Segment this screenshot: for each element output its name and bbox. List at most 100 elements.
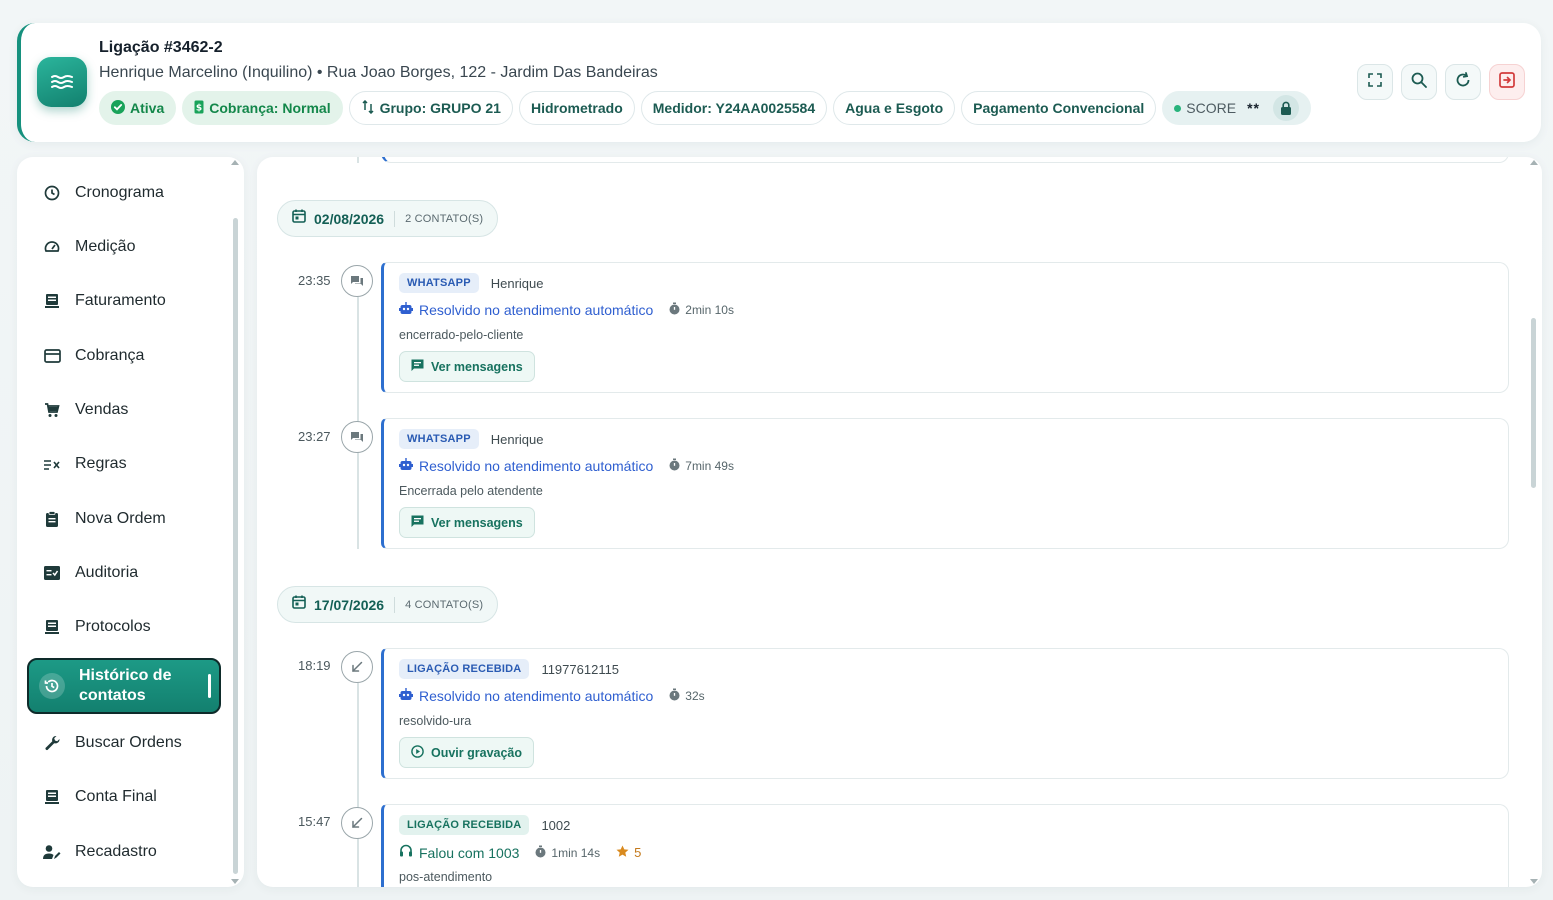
sidebar-scroll-down[interactable] — [231, 879, 239, 884]
calendar-icon — [292, 209, 306, 228]
channel-badge: LIGAÇÃO RECEBIDA — [399, 659, 530, 679]
sidebar-item-buscar-ordens[interactable]: Buscar Ordens — [29, 723, 219, 763]
dollar-bill-icon: $ — [194, 100, 204, 117]
expand-button[interactable] — [1357, 64, 1393, 100]
rules-icon — [43, 455, 61, 473]
sidebar-item-historico-de-contatos[interactable]: Histórico de contatos — [27, 658, 221, 714]
cart-icon — [43, 401, 61, 419]
service-badge: Agua e Esgoto — [833, 91, 956, 125]
date-group-header: 17/07/2026 4 CONTATO(S) — [277, 586, 499, 623]
contact-time: 15:47 — [298, 814, 331, 829]
status-badge: Ativa — [99, 91, 177, 125]
timer-icon — [669, 458, 680, 474]
channel-badge: WHATSAPP — [399, 429, 479, 449]
user-edit-icon — [43, 843, 61, 861]
contact-card: LIGAÇÃO RECEBIDA 1002 Falou com 1003 1mi… — [381, 804, 1509, 887]
gauge-icon — [43, 238, 61, 256]
contact-card: LIGAÇÃO RECEBIDA 11977612115 Resolvido n… — [381, 648, 1509, 779]
view-messages-button[interactable]: Ver mensagens — [399, 507, 535, 538]
contact-name: Henrique — [490, 275, 544, 291]
payment-badge: Pagamento Convencional — [961, 91, 1157, 125]
resolution-text: Resolvido no atendimento automático — [419, 302, 654, 318]
main-scroll-down[interactable] — [1530, 879, 1538, 884]
message-icon — [411, 515, 424, 531]
sidebar-scrollbar[interactable] — [233, 218, 238, 874]
contact-note: encerrado-pelo-cliente — [399, 328, 524, 342]
robot-icon — [399, 688, 413, 704]
contact-note: pos-atendimento — [399, 870, 493, 884]
timer-icon — [535, 845, 546, 861]
duration: 7min 49s — [669, 458, 734, 474]
group-badge: Grupo: GRUPO 21 — [348, 91, 513, 125]
expand-icon — [1368, 72, 1382, 92]
score-badge[interactable]: SCORE ** — [1162, 91, 1311, 125]
timer-icon — [669, 688, 680, 704]
star-icon — [616, 845, 629, 861]
duration: 2min 10s — [669, 302, 734, 318]
sidebar-item-recadastro[interactable]: Recadastro — [29, 832, 219, 872]
contact-count: 4 CONTATO(S) — [405, 598, 484, 611]
sidebar-item-regras[interactable]: Regras — [29, 444, 219, 484]
sidebar-item-nova-ordem[interactable]: Nova Ordem — [29, 499, 219, 539]
robot-icon — [399, 302, 413, 318]
sidebar-item-cronograma[interactable]: Cronograma — [29, 173, 219, 213]
sidebar: Cronograma Medição Faturamento Cobrança … — [17, 157, 244, 887]
search-icon — [1411, 72, 1427, 93]
main-scroll-up[interactable] — [1530, 160, 1538, 165]
resolution-text: Falou com 1003 — [419, 844, 520, 861]
receipt-icon — [43, 292, 61, 310]
status-badges: Ativa $ Cobrança: Normal Grupo: GRUPO 21… — [99, 91, 1311, 125]
sidebar-scroll-up[interactable] — [231, 160, 239, 165]
score-value: ** — [1247, 100, 1260, 116]
resolution-text: Resolvido no atendimento automático — [419, 688, 654, 704]
caller-number: 11977612115 — [541, 661, 620, 677]
contact-count: 2 CONTATO(S) — [405, 212, 484, 225]
active-indicator — [208, 674, 211, 698]
sidebar-item-cobranca[interactable]: Cobrança — [29, 336, 219, 376]
view-messages-button[interactable]: Ver mensagens — [399, 351, 535, 382]
channel-badge: LIGAÇÃO RECEBIDA — [399, 815, 530, 835]
duration: 32s — [669, 688, 705, 704]
sidebar-item-auditoria[interactable]: Auditoria — [29, 553, 219, 593]
svg-text:$: $ — [196, 103, 202, 113]
search-button[interactable] — [1401, 64, 1437, 100]
logout-icon — [1499, 71, 1515, 93]
timer-icon — [669, 302, 680, 318]
credit-card-icon — [43, 347, 61, 365]
sidebar-item-faturamento[interactable]: Faturamento — [29, 281, 219, 321]
calendar-icon — [292, 595, 306, 614]
sidebar-item-medicao[interactable]: Medição — [29, 227, 219, 267]
clock-icon — [43, 184, 61, 202]
billing-status-badge: $ Cobrança: Normal — [182, 91, 343, 125]
robot-icon — [399, 458, 413, 474]
meter-badge: Medidor: Y24AA0025584 — [640, 91, 828, 125]
main-scrollbar[interactable] — [1531, 318, 1536, 488]
header-actions — [1357, 64, 1525, 100]
contact-time: 23:27 — [298, 429, 331, 444]
duration: 1min 14s — [535, 845, 600, 861]
checklist-icon — [43, 564, 61, 582]
sidebar-item-conta-final[interactable]: Conta Final — [29, 777, 219, 817]
clipboard-icon — [43, 510, 61, 528]
incoming-call-icon — [341, 651, 373, 683]
logout-button[interactable] — [1489, 64, 1525, 100]
sidebar-item-vendas[interactable]: Vendas — [29, 390, 219, 430]
lock-icon[interactable] — [1273, 95, 1299, 121]
date-group-header: 02/08/2026 2 CONTATO(S) — [277, 200, 499, 237]
wrench-icon — [43, 734, 61, 752]
rating: 5 — [616, 845, 641, 861]
status-dot-icon — [1174, 104, 1182, 112]
chat-icon — [341, 421, 373, 453]
chat-icon — [341, 265, 373, 297]
refresh-icon — [1455, 71, 1471, 93]
hydrometer-badge: Hidrometrado — [518, 91, 635, 125]
extension-number: 1002 — [541, 817, 571, 833]
resolution-text: Resolvido no atendimento automático — [419, 458, 654, 474]
headset-icon — [399, 844, 413, 861]
contact-history-panel: 02/08/2026 2 CONTATO(S) 23:35 WHATSAPP H… — [257, 157, 1542, 887]
play-recording-button[interactable]: Ouvir gravação — [399, 737, 535, 768]
refresh-button[interactable] — [1445, 64, 1481, 100]
water-logo-icon — [37, 57, 87, 107]
page-title: Ligação #3462-2 — [99, 39, 223, 56]
sidebar-item-protocolos[interactable]: Protocolos — [29, 607, 219, 647]
